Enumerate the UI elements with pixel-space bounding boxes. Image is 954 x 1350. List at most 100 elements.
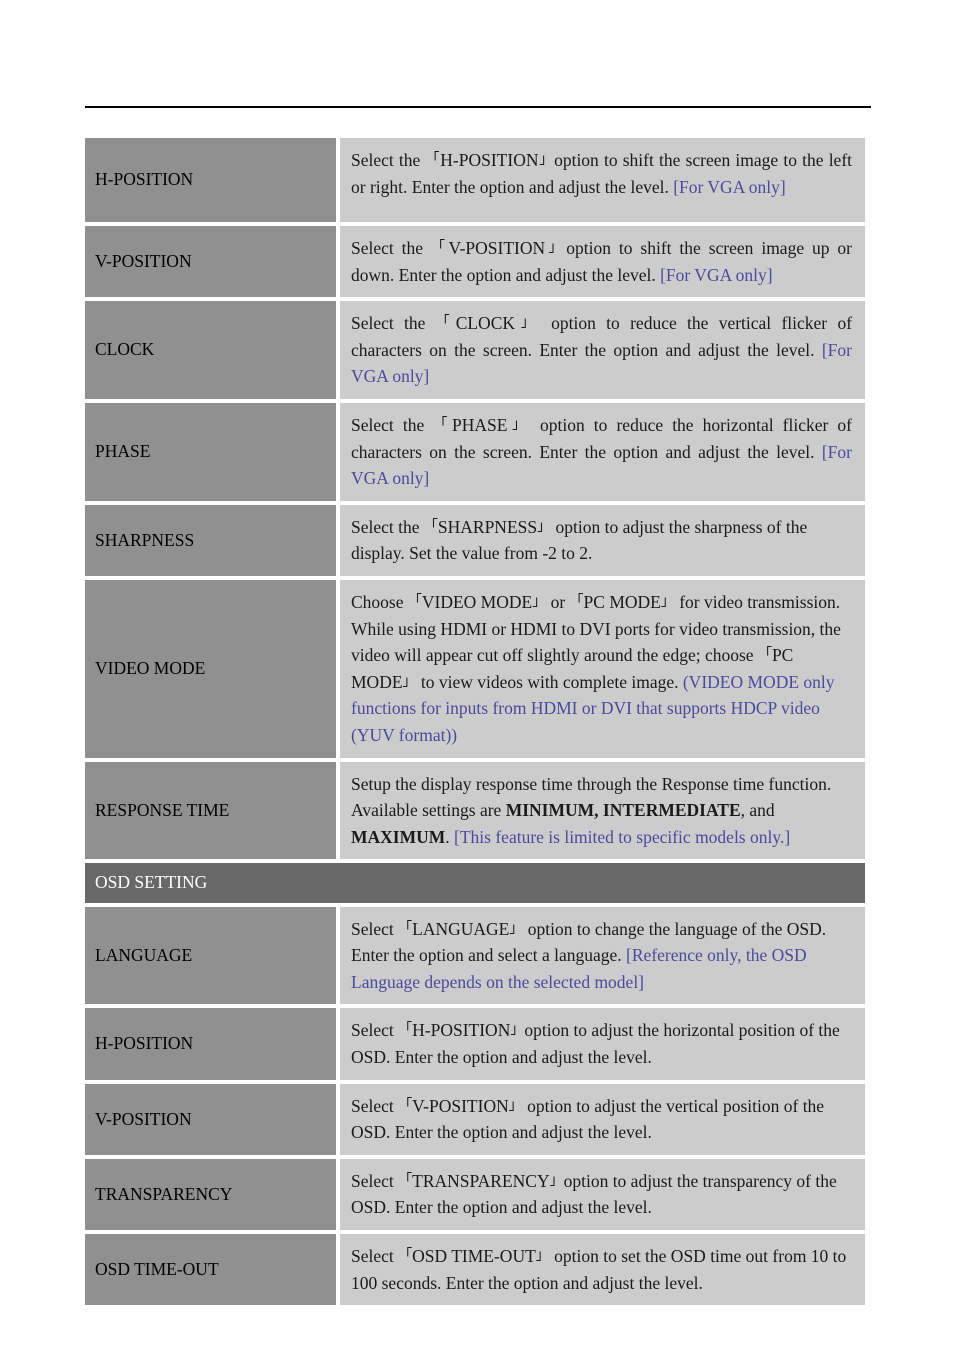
setting-name-cell: LANGUAGE bbox=[85, 906, 336, 1005]
close-corner-bracket-icon-2: 」 bbox=[660, 593, 675, 610]
setting-term-2: PC MODE bbox=[583, 591, 661, 612]
close-corner-bracket-icon: 」 bbox=[508, 1097, 523, 1114]
close-corner-bracket-icon: 」 bbox=[509, 920, 524, 937]
close-corner-bracket-icon: 」 bbox=[515, 314, 541, 331]
header-separator-rule bbox=[85, 106, 871, 108]
desc-prefix: Select bbox=[351, 1020, 399, 1041]
setting-description-cell: Select 「LANGUAGE」 option to change the l… bbox=[340, 906, 865, 1005]
setting-term: H-POSITION bbox=[412, 1020, 511, 1041]
setting-name-cell: CLOCK bbox=[85, 301, 336, 399]
close-corner-bracket-icon: 」 bbox=[532, 593, 547, 610]
setting-name-cell: RESPONSE TIME bbox=[85, 761, 336, 860]
setting-name-cell: OSD TIME-OUT bbox=[85, 1234, 336, 1306]
desc-prefix: Select the bbox=[351, 516, 424, 537]
desc-body: , and bbox=[740, 800, 775, 821]
close-corner-bracket-icon: 」 bbox=[545, 239, 567, 256]
setting-name-label: H-POSITION bbox=[95, 169, 194, 190]
setting-name-label: CLOCK bbox=[95, 339, 155, 360]
open-corner-bracket-icon: 「 bbox=[430, 239, 449, 256]
open-corner-bracket-icon: 「 bbox=[398, 1097, 413, 1114]
open-corner-bracket-icon: 「 bbox=[398, 1247, 413, 1264]
table-row: LANGUAGE Select 「LANGUAGE」 option to cha… bbox=[85, 906, 865, 1005]
desc-prefix: Choose bbox=[351, 591, 408, 612]
setting-name-cell: VIDEO MODE bbox=[85, 579, 336, 758]
close-corner-bracket-icon: 」 bbox=[549, 1172, 564, 1189]
open-corner-bracket-icon-2: 「 bbox=[569, 593, 584, 610]
desc-prefix: Select bbox=[351, 1246, 399, 1266]
desc-prefix: Select bbox=[351, 918, 399, 939]
close-corner-bracket-icon-3: 」 bbox=[402, 673, 417, 690]
desc-body-3: to view videos with complete image. bbox=[416, 671, 683, 692]
setting-name-cell: SHARPNESS bbox=[85, 504, 336, 576]
section-header-label: OSD SETTING bbox=[95, 872, 208, 893]
table-row: OSD TIME-OUT Select 「OSD TIME-OUT」 optio… bbox=[85, 1234, 865, 1306]
setting-description-cell: Select the 「CLOCK」 option to reduce the … bbox=[340, 301, 865, 399]
setting-description-cell: Select 「V-POSITION」 option to adjust the… bbox=[340, 1083, 865, 1155]
table-row: V-POSITION Select the 「V-POSITION」option… bbox=[85, 226, 865, 298]
open-corner-bracket-icon: 「 bbox=[398, 1021, 413, 1038]
table-row: H-POSITION Select the 「H-POSITION」option… bbox=[85, 138, 865, 222]
setting-name-label: PHASE bbox=[95, 441, 151, 462]
setting-name-label: LANGUAGE bbox=[95, 944, 193, 965]
setting-term: SHARPNESS bbox=[437, 516, 538, 537]
table-row: VIDEO MODE Choose 「VIDEO MODE」 or 「PC MO… bbox=[85, 579, 865, 758]
table-row: V-POSITION Select 「V-POSITION」 option to… bbox=[85, 1083, 865, 1155]
open-corner-bracket-icon: 「 bbox=[433, 416, 453, 433]
setting-name-label: V-POSITION bbox=[95, 1108, 192, 1129]
osd-settings-table: H-POSITION Select the 「H-POSITION」option… bbox=[85, 138, 865, 1309]
setting-description-cell: Select 「H-POSITION」option to adjust the … bbox=[340, 1008, 865, 1080]
setting-name-label: V-POSITION bbox=[95, 250, 192, 271]
open-corner-bracket-icon: 「 bbox=[398, 920, 413, 937]
close-corner-bracket-icon: 」 bbox=[538, 151, 555, 168]
desc-body: or bbox=[546, 591, 570, 612]
close-corner-bracket-icon: 」 bbox=[507, 416, 531, 433]
setting-description-cell: Select 「OSD TIME-OUT」 option to set the … bbox=[340, 1234, 865, 1306]
setting-description-cell: Select the 「PHASE」 option to reduce the … bbox=[340, 402, 865, 501]
setting-description-cell: Select the 「V-POSITION」option to shift t… bbox=[340, 226, 865, 298]
desc-prefix: Select bbox=[351, 1095, 399, 1116]
setting-name-label: VIDEO MODE bbox=[95, 658, 206, 679]
open-corner-bracket-icon: 「 bbox=[435, 314, 456, 331]
desc-bold-2: MAXIMUM bbox=[351, 826, 446, 847]
desc-note: [For VGA only] bbox=[660, 264, 773, 285]
desc-prefix: Select the bbox=[351, 150, 426, 170]
setting-term: CLOCK bbox=[455, 313, 515, 334]
desc-prefix: Select bbox=[351, 1170, 399, 1191]
setting-description-cell: Choose 「VIDEO MODE」 or 「PC MODE」 for vid… bbox=[340, 579, 865, 758]
setting-term: VIDEO MODE bbox=[421, 591, 533, 612]
table-row: H-POSITION Select 「H-POSITION」option to … bbox=[85, 1008, 865, 1080]
open-corner-bracket-icon: 「 bbox=[423, 518, 438, 535]
open-corner-bracket-icon: 「 bbox=[398, 1172, 413, 1189]
section-header-osd-setting: OSD SETTING bbox=[85, 863, 865, 903]
setting-name-cell: V-POSITION bbox=[85, 226, 336, 298]
open-corner-bracket-icon: 「 bbox=[425, 151, 441, 168]
close-corner-bracket-icon: 」 bbox=[510, 1021, 525, 1038]
setting-name-cell: H-POSITION bbox=[85, 138, 336, 222]
setting-name-label: RESPONSE TIME bbox=[95, 799, 230, 820]
table-row: RESPONSE TIME Setup the display response… bbox=[85, 761, 865, 860]
desc-prefix: Select the bbox=[351, 313, 436, 334]
setting-description-cell: Select the 「H-POSITION」option to shift t… bbox=[340, 138, 865, 222]
setting-description-cell: Select the 「SHARPNESS」 option to adjust … bbox=[340, 504, 865, 576]
setting-description-cell: Setup the display response time through … bbox=[340, 761, 865, 860]
setting-name-label: H-POSITION bbox=[95, 1033, 194, 1054]
setting-term: LANGUAGE bbox=[412, 918, 510, 939]
setting-description-cell: Select 「TRANSPARENCY」option to adjust th… bbox=[340, 1158, 865, 1230]
desc-prefix: Select the bbox=[351, 238, 431, 258]
setting-name-label: OSD TIME-OUT bbox=[95, 1258, 219, 1279]
table-row: CLOCK Select the 「CLOCK」 option to reduc… bbox=[85, 301, 865, 399]
setting-name-cell: H-POSITION bbox=[85, 1008, 336, 1080]
setting-term: TRANSPARENCY bbox=[412, 1170, 550, 1191]
open-corner-bracket-icon: 「 bbox=[407, 593, 422, 610]
setting-term: OSD TIME-OUT bbox=[412, 1246, 536, 1266]
setting-term: V-POSITION bbox=[448, 238, 546, 258]
setting-name-cell: TRANSPARENCY bbox=[85, 1158, 336, 1230]
setting-name-label: TRANSPARENCY bbox=[95, 1183, 233, 1204]
setting-name-cell: PHASE bbox=[85, 402, 336, 501]
setting-name-cell: V-POSITION bbox=[85, 1083, 336, 1155]
desc-prefix: Select the bbox=[351, 414, 434, 435]
desc-body-2: . bbox=[445, 826, 455, 847]
close-corner-bracket-icon: 」 bbox=[537, 518, 552, 535]
document-page: H-POSITION Select the 「H-POSITION」option… bbox=[0, 0, 954, 1350]
close-corner-bracket-icon: 」 bbox=[535, 1247, 550, 1264]
